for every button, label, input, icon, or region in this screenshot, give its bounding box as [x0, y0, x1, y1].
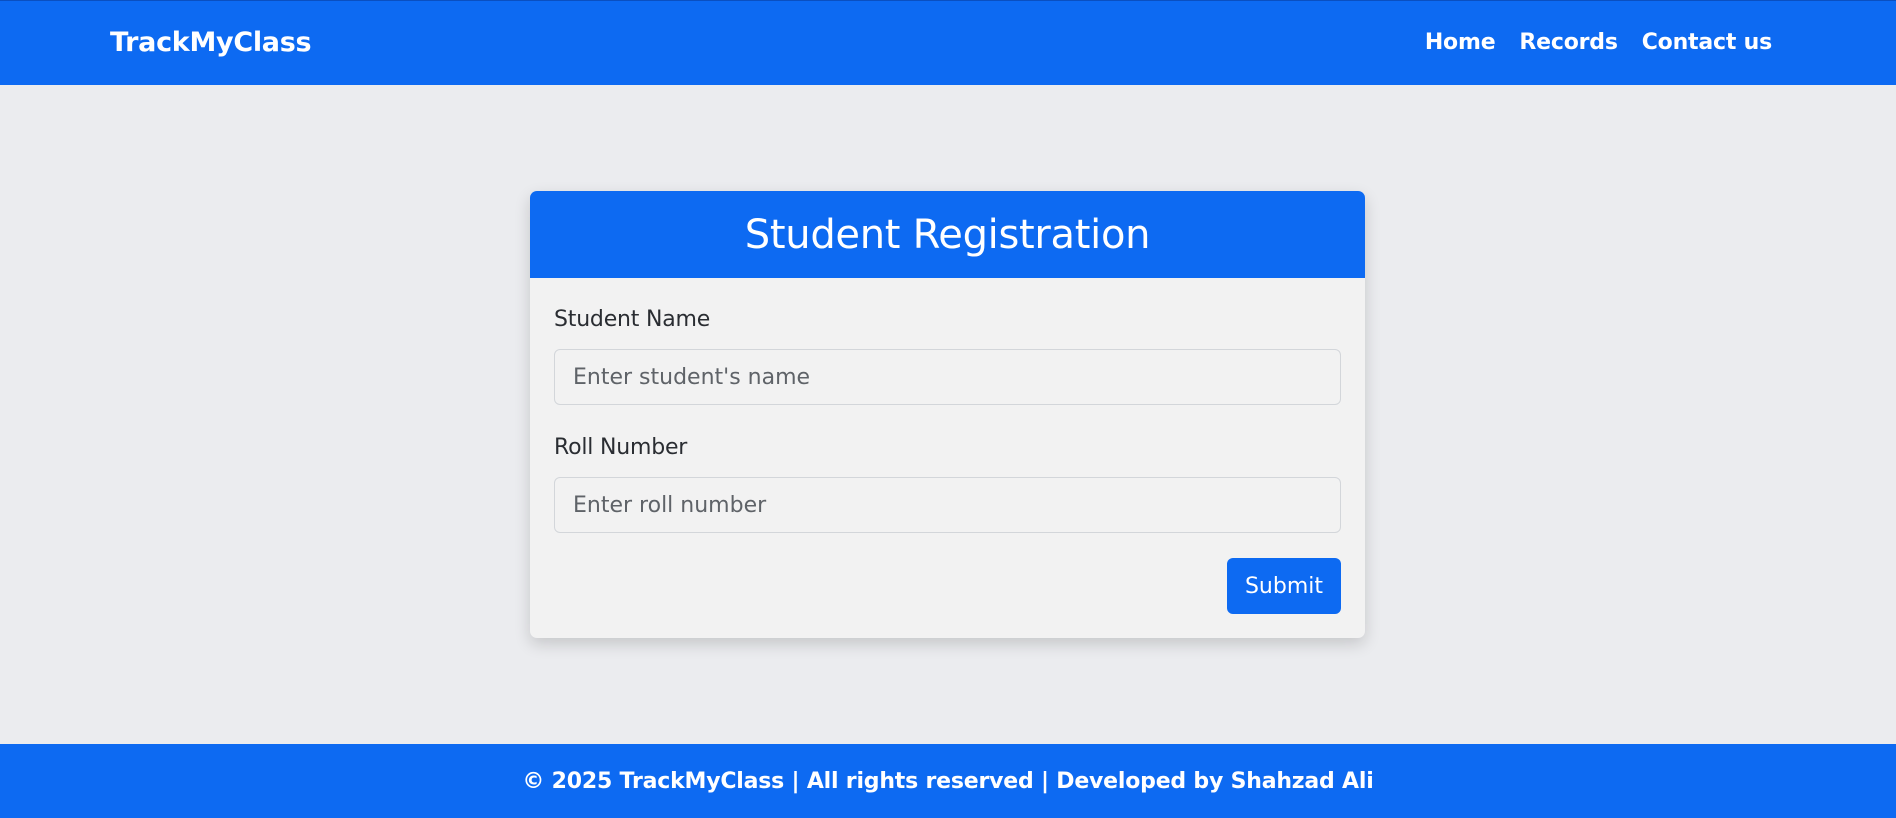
submit-button[interactable]: Submit	[1227, 558, 1341, 614]
footer: © 2025 TrackMyClass | All rights reserve…	[0, 744, 1896, 818]
student-name-input[interactable]	[554, 349, 1341, 405]
nav-link-records[interactable]: Records	[1519, 30, 1617, 55]
card-header: Student Registration	[530, 191, 1365, 278]
roll-number-input[interactable]	[554, 477, 1341, 533]
roll-number-label: Roll Number	[554, 435, 687, 460]
form-title: Student Registration	[745, 212, 1150, 258]
navbar: TrackMyClass Home Records Contact us	[0, 0, 1896, 85]
student-name-label: Student Name	[554, 307, 710, 332]
brand-logo[interactable]: TrackMyClass	[110, 27, 311, 58]
nav-links: Home Records Contact us	[1425, 30, 1772, 55]
page: TrackMyClass Home Records Contact us Stu…	[0, 0, 1896, 818]
footer-text: © 2025 TrackMyClass | All rights reserve…	[522, 769, 1373, 794]
registration-card: Student Registration Student Name Roll N…	[530, 191, 1365, 638]
nav-link-contact[interactable]: Contact us	[1642, 30, 1772, 55]
nav-link-home[interactable]: Home	[1425, 30, 1496, 55]
